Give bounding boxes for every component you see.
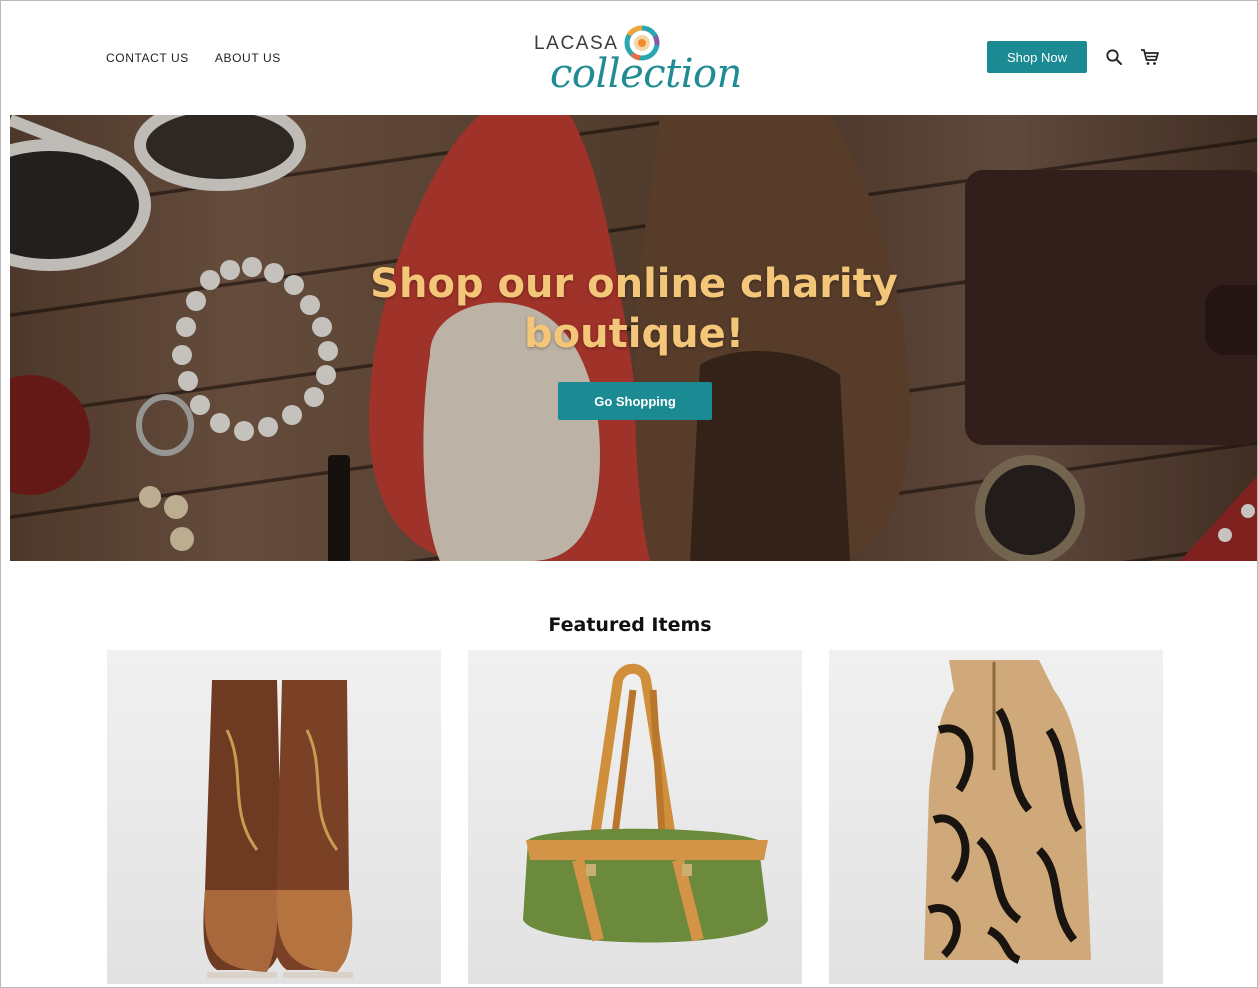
site-header: CONTACT US ABOUT US LACASA collection Sh… [1,1,1257,115]
header-actions: Shop Now [987,41,1161,73]
shop-now-button[interactable]: Shop Now [987,41,1087,73]
featured-items-title: Featured Items [548,614,712,636]
cowboy-boots-image [203,680,353,978]
site-logo[interactable]: LACASA collection [532,19,742,99]
cart-icon[interactable] [1139,46,1161,68]
primary-nav: CONTACT US ABOUT US [106,51,281,65]
green-handbag-image [523,663,768,943]
nav-about-us-link[interactable]: ABOUT US [215,51,281,65]
page: CONTACT US ABOUT US LACASA collection Sh… [0,0,1258,988]
go-shopping-button[interactable]: Go Shopping [558,382,712,420]
nav-contact-us-link[interactable]: CONTACT US [106,51,189,65]
logo-bottom-text: collection [550,51,742,97]
featured-item-cowboy-boots[interactable] [107,650,441,984]
featured-item-zebra-print-top[interactable] [829,650,1163,984]
search-icon[interactable] [1103,46,1125,68]
zebra-print-top-image [924,660,1091,964]
hero-banner: Shop our online charity boutique! Go Sho… [10,115,1257,561]
featured-item-green-handbag[interactable] [468,650,802,984]
hero-title-line1: Shop our online charity [370,261,898,307]
hero-title-line2: boutique! [524,311,744,357]
hero-title: Shop our online charity boutique! [10,259,1257,359]
